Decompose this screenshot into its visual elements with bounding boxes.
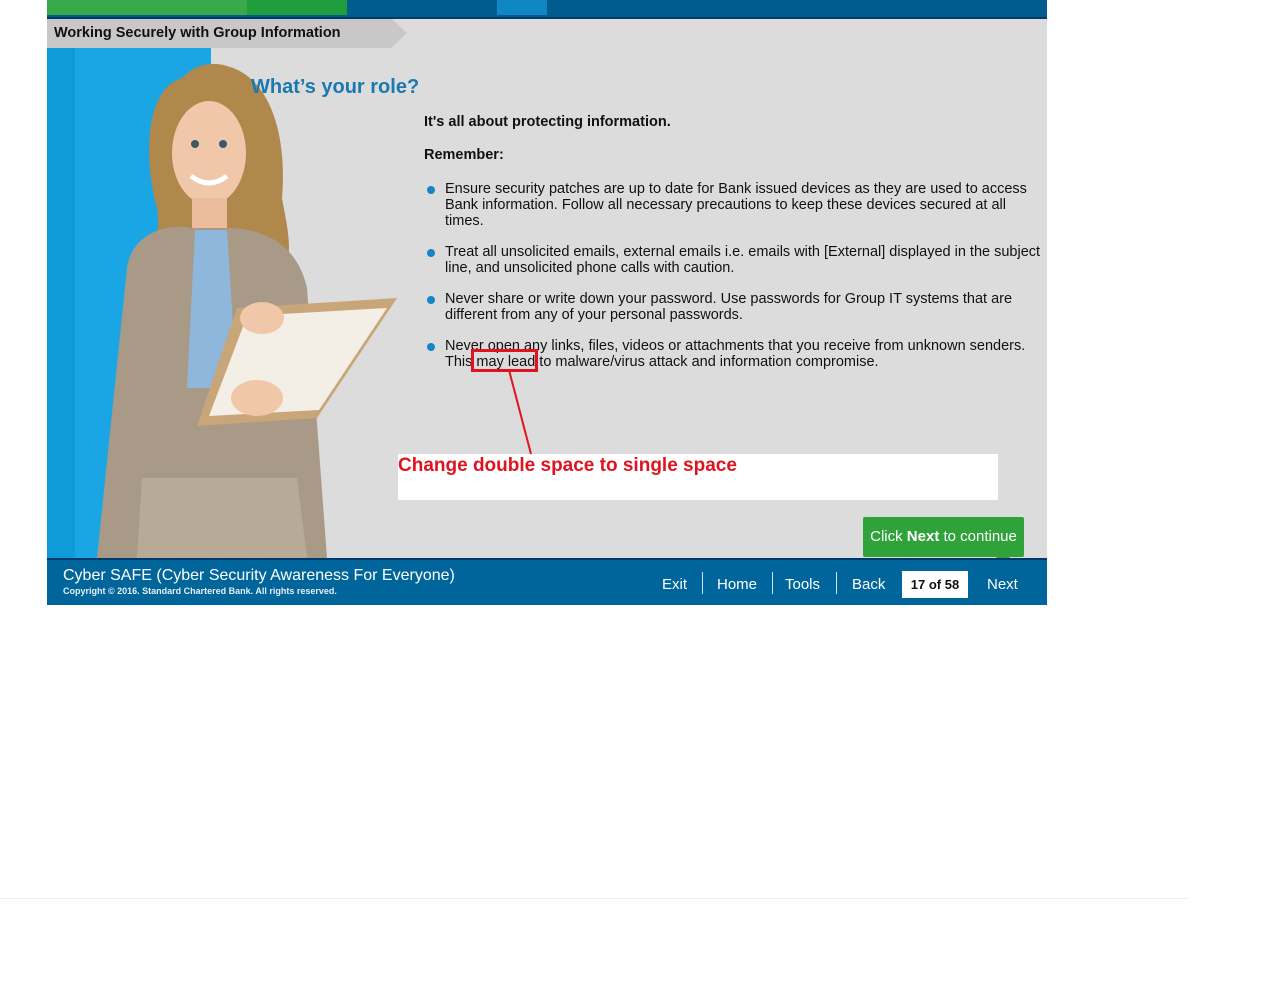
presenter-woman-image <box>97 63 397 558</box>
list-item: Ensure security patches are up to date f… <box>424 181 1044 229</box>
bullet-icon <box>427 186 435 194</box>
bullet-icon <box>427 249 435 257</box>
annotation-text: Change double space to single space <box>398 455 737 476</box>
page-divider <box>0 898 1188 899</box>
hint-prefix: Click <box>870 528 907 545</box>
click-next-hint: Click Next to continue <box>863 517 1024 566</box>
strip-segment <box>497 0 547 15</box>
annotation-highlight-box <box>471 349 538 372</box>
exit-button[interactable]: Exit <box>662 576 687 593</box>
bullet-text: Never share or write down your password.… <box>445 291 1013 323</box>
hint-suffix: to continue <box>939 528 1017 545</box>
nav-divider <box>702 572 703 594</box>
bullet-list: Ensure security patches are up to date f… <box>424 181 1044 370</box>
back-button[interactable]: Back <box>852 576 885 593</box>
course-name: Cyber SAFE (Cyber Security Awareness For… <box>63 567 455 584</box>
strip-segment <box>247 0 347 15</box>
nav-divider <box>772 572 773 594</box>
slide-content: It's all about protecting information. R… <box>424 114 1044 385</box>
list-item: Never share or write down your password.… <box>424 291 1044 323</box>
bullet-icon <box>427 296 435 304</box>
module-title: Working Securely with Group Information <box>54 25 341 41</box>
top-color-strip <box>47 0 1047 19</box>
course-player: Working Securely with Group Information … <box>47 0 1047 605</box>
home-button[interactable]: Home <box>717 576 757 593</box>
strip-segment <box>47 0 247 15</box>
nav-divider <box>836 572 837 594</box>
module-title-ribbon: Working Securely with Group Information <box>47 19 407 48</box>
slide-heading: What’s your role? <box>251 76 420 98</box>
next-button[interactable]: Next <box>987 576 1018 593</box>
bullet-text: Treat all unsolicited emails, external e… <box>445 244 1041 276</box>
hint-bold: Next <box>906 528 940 545</box>
tools-button[interactable]: Tools <box>785 576 820 593</box>
footer-bar: Cyber SAFE (Cyber Security Awareness For… <box>47 558 1047 605</box>
bullet-text: Ensure security patches are up to date f… <box>445 181 1027 229</box>
list-item: Treat all unsolicited emails, external e… <box>424 244 1044 276</box>
remember-label: Remember: <box>424 147 504 163</box>
strip-segment <box>347 0 497 15</box>
copyright-text: Copyright © 2016. Standard Chartered Ban… <box>63 586 337 596</box>
intro-text: It's all about protecting information. <box>424 114 671 130</box>
page-counter: 17 of 58 <box>902 571 968 598</box>
bullet-icon <box>427 343 435 351</box>
